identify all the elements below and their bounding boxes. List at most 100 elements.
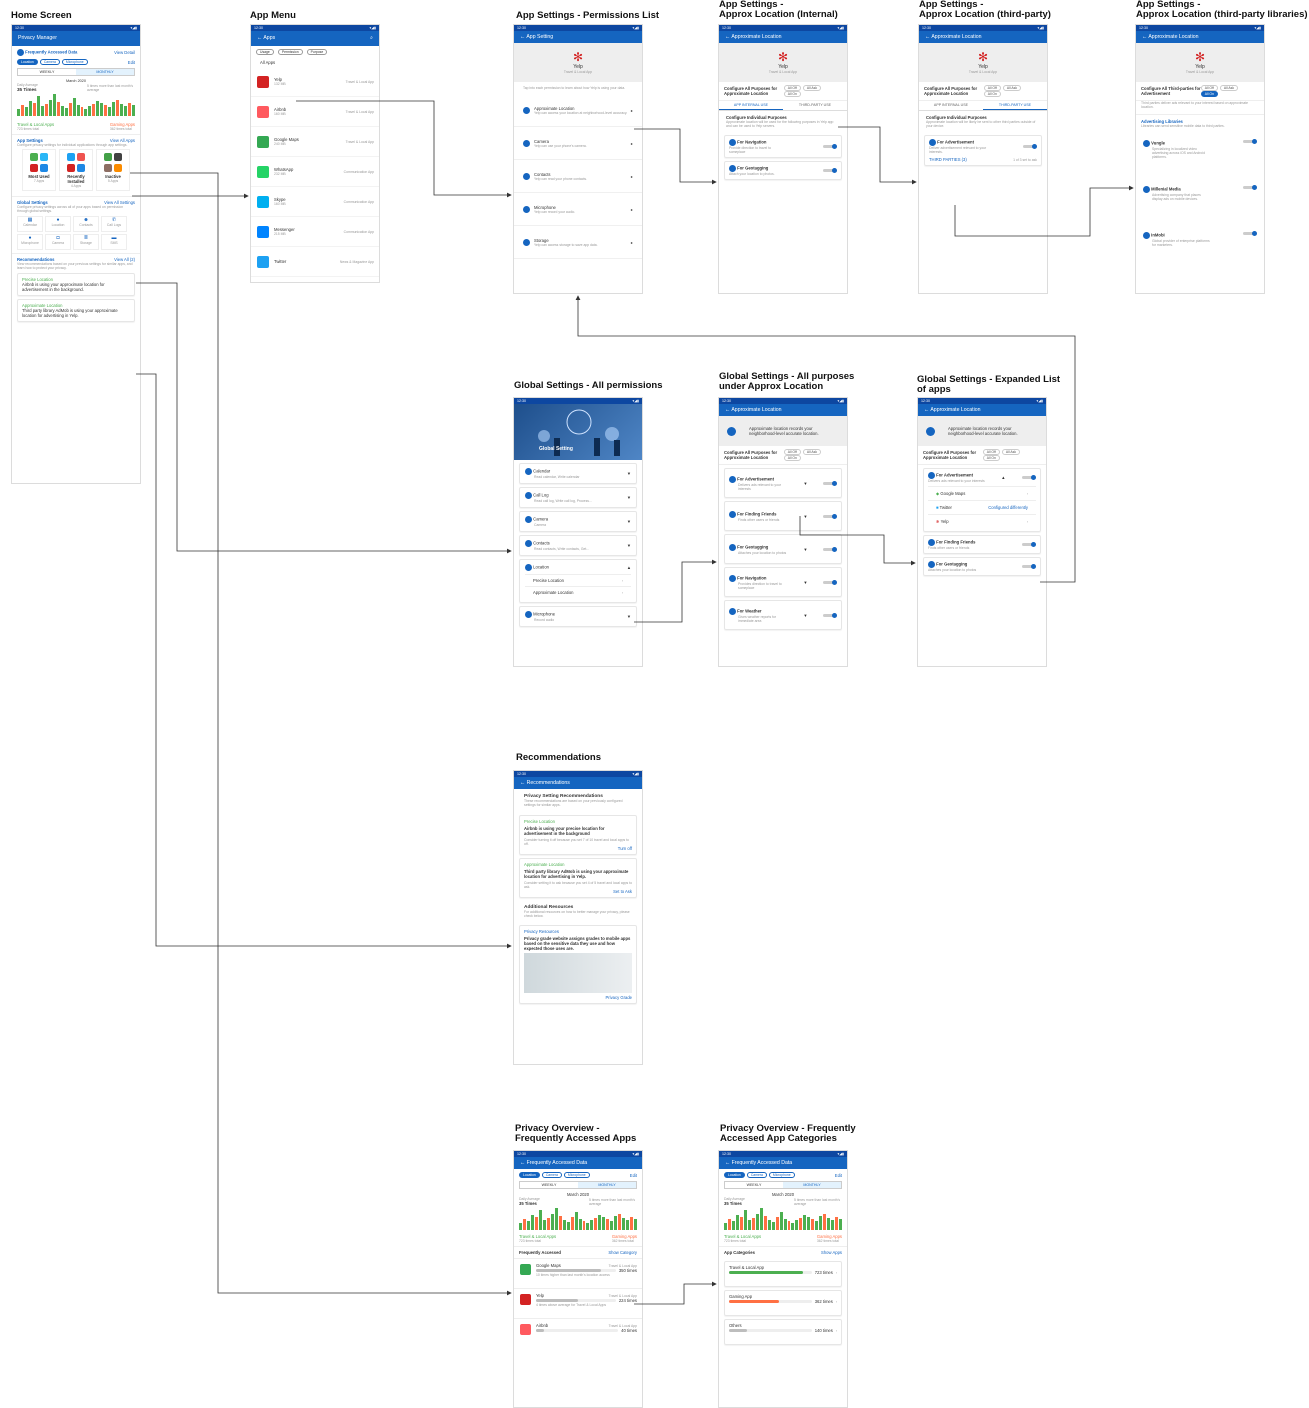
global-permission-item[interactable]: Location ▲ Precise Location › Approximate Lo… [519, 559, 637, 603]
all-on-button[interactable]: All On [1200, 91, 1218, 97]
global-permission-item[interactable]: Call Log Read call log, Write call log, P… [519, 487, 637, 508]
show-apps-link[interactable]: Show Apps [821, 1250, 842, 1255]
global-permission-item[interactable]: Microphone Record audio ▼ [519, 606, 637, 627]
app-list-item[interactable]: Yelp 132 MB Travel & Local App [251, 67, 379, 97]
tab-weekly[interactable]: WEEKLY [18, 69, 76, 75]
app-list-item[interactable]: Google Maps 240 MB Travel & Local App [251, 127, 379, 157]
group-recently-installed[interactable]: Recently Installed 4 Apps [59, 149, 93, 191]
back-arrow-icon[interactable]: ← [924, 407, 929, 413]
perm-contacts[interactable]: ☻ Contacts [73, 216, 99, 232]
back-arrow-icon[interactable]: ← [1142, 34, 1147, 40]
chevron-down-icon[interactable]: ▼ [803, 580, 807, 585]
tab-weekly[interactable]: WEEKLY [520, 1182, 578, 1188]
sub-precise-location[interactable]: Precise Location › [525, 574, 631, 586]
purpose-toggle[interactable] [823, 546, 837, 552]
tab-monthly[interactable]: MONTHLY [578, 1182, 636, 1188]
all-ask-button[interactable]: All Ask [802, 85, 822, 91]
chip-microphone[interactable]: Microphone [768, 1172, 795, 1178]
chevron-up-icon[interactable]: ▲ [627, 565, 631, 570]
purpose-toggle[interactable] [823, 612, 837, 618]
global-permission-item[interactable]: Camera Camera ▼ [519, 511, 637, 532]
app-list-item[interactable]: Messenger 215 MB Communication App [251, 217, 379, 247]
chip-camera[interactable]: Camera [746, 1172, 767, 1178]
all-ask-button[interactable]: All Ask [1001, 449, 1021, 455]
edit-link[interactable]: Edit [128, 60, 135, 65]
geotagging-toggle[interactable] [1022, 564, 1036, 569]
chip-camera[interactable]: Camera [541, 1172, 562, 1178]
app-row-twitter[interactable]: ■ Twitter Configured differently [928, 500, 1036, 514]
back-arrow-icon[interactable]: ← [725, 34, 730, 40]
permission-item[interactable]: Contacts Yelp can read your phone contact… [514, 160, 642, 193]
perm-calendar[interactable]: ▦ Calendar [17, 216, 43, 232]
tab-third-party[interactable]: THIRD-PARTY USE [783, 101, 847, 110]
all-on-button[interactable]: All On [783, 91, 801, 97]
all-ask-button[interactable]: All Ask [802, 449, 822, 455]
purpose-geotagging[interactable]: For Geotagging Attach your location to ph… [724, 161, 842, 180]
app-list-item[interactable]: Skype 160 MB Communication App [251, 187, 379, 217]
filter-permission[interactable]: Permission [277, 49, 303, 55]
third-parties-link[interactable]: THIRD PARTIES (3) [929, 157, 967, 162]
purpose-advertisement[interactable]: For Advertisement Deliver advertisement r… [924, 135, 1042, 166]
view-detail-link[interactable]: View Detail [114, 50, 135, 55]
chevron-down-icon[interactable]: ▼ [803, 481, 807, 486]
chevron-down-icon[interactable]: ▼ [803, 547, 807, 552]
chevron-down-icon[interactable]: ▼ [627, 495, 631, 500]
perm-storage[interactable]: ≣ Storage [73, 234, 99, 250]
set-to-ask-button[interactable]: Set to Ask [524, 889, 632, 894]
purpose-item[interactable]: For Advertisement Delivers ads relevant t… [724, 468, 842, 498]
geotagging-toggle[interactable] [823, 168, 837, 173]
advertisement-toggle[interactable] [1021, 475, 1036, 480]
finding-friends-toggle[interactable] [1022, 542, 1036, 547]
purpose-item[interactable]: For Weather Gives weather reports for imm… [724, 600, 842, 630]
app-list-item[interactable]: Airbnb 160 MB Travel & Local App [251, 97, 379, 127]
purpose-toggle[interactable] [823, 513, 837, 519]
frequent-app-item[interactable]: Yelp Travel & Local App 224 times 4 times a… [514, 1288, 642, 1318]
back-arrow-icon[interactable]: ← [725, 407, 730, 413]
rec-card-approximate[interactable]: Approximate Location Third party library … [17, 299, 135, 322]
app-row-yelp[interactable]: ✻ Yelp › [928, 514, 1036, 528]
library-toggle[interactable] [1243, 231, 1257, 236]
purpose-navigation[interactable]: For Navigation Provide direction to trave… [724, 135, 842, 158]
group-most-used[interactable]: Most Used 7 Apps [22, 149, 56, 191]
purpose-item[interactable]: For Navigation Provides direction to trav… [724, 567, 842, 597]
back-arrow-icon[interactable]: ← [257, 35, 262, 41]
category-item[interactable]: Travel & Local App 723 times › [724, 1261, 842, 1287]
global-permission-item[interactable]: Contacts Read contacts, Write contacts, G… [519, 535, 637, 556]
edit-link[interactable]: Edit [630, 1173, 637, 1178]
permission-item[interactable]: Storage Yelp can access storage to save a… [514, 226, 642, 259]
app-list-item[interactable]: WhatsApp 232 MB Communication App [251, 157, 379, 187]
chevron-down-icon[interactable]: ▼ [803, 613, 807, 618]
back-arrow-icon[interactable]: ← [520, 780, 525, 786]
permission-item[interactable]: Camera Yelp can use your phone's camera. ▸ [514, 127, 642, 160]
library-toggle[interactable] [1243, 139, 1257, 144]
permission-item[interactable]: Approximate Location Yelp can access your… [514, 94, 642, 127]
purpose-advertisement-expanded[interactable]: For Advertisement Delivers ads relevant t… [923, 468, 1041, 532]
chevron-down-icon[interactable]: ▼ [627, 471, 631, 476]
perm-camera[interactable]: ◘ Camera [45, 234, 71, 250]
back-arrow-icon[interactable]: ← [520, 1160, 525, 1166]
tab-app-internal[interactable]: APP INTERNAL USE [919, 101, 983, 110]
tab-monthly[interactable]: MONTHLY [783, 1182, 841, 1188]
chip-location[interactable]: Location [724, 1172, 745, 1178]
tab-monthly[interactable]: MONTHLY [76, 69, 134, 75]
filter-purpose[interactable]: Purpose [306, 49, 328, 55]
chevron-down-icon[interactable]: ▼ [803, 514, 807, 519]
purpose-item[interactable]: For Finding Friends Finds other users or … [724, 501, 842, 531]
back-arrow-icon[interactable]: ← [520, 34, 525, 40]
sub-approximate-location[interactable]: Approximate Location › [525, 586, 631, 598]
permission-item[interactable]: Microphone Yelp can record your audio. ▸ [514, 193, 642, 226]
global-permission-item[interactable]: Calendar Read calendar, Write calendar ▼ [519, 463, 637, 484]
library-item[interactable]: InMobi Global provider of enterprise plat… [1136, 224, 1264, 270]
purpose-toggle[interactable] [823, 480, 837, 486]
perm-microphone[interactable]: ● Microphone [17, 234, 43, 250]
privacy-grade-link[interactable]: Privacy Grade [524, 995, 632, 1000]
purpose-geotagging[interactable]: For Geotagging Attaches your location to … [923, 557, 1041, 576]
search-icon[interactable]: ⌕ [370, 31, 373, 46]
chip-location[interactable]: Location [519, 1172, 540, 1178]
app-row-google-maps[interactable]: ◆ Google Maps › [928, 486, 1036, 500]
purpose-toggle[interactable] [823, 579, 837, 585]
chevron-down-icon[interactable]: ▼ [627, 519, 631, 524]
rec-card-precise[interactable]: Precise Location Airbnb is using your app… [17, 273, 135, 296]
purpose-finding-friends[interactable]: For Finding Friends Finds other users or … [923, 535, 1041, 554]
chevron-up-icon[interactable]: ▲ [1001, 475, 1005, 480]
